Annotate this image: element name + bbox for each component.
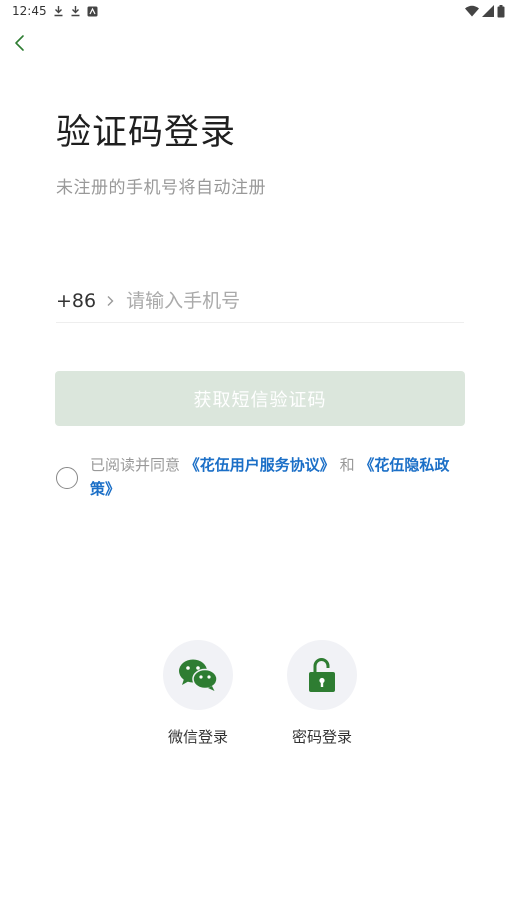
wechat-login-circle[interactable] xyxy=(163,640,233,710)
page-subtitle: 未注册的手机号将自动注册 xyxy=(56,178,266,198)
chevron-left-icon xyxy=(15,35,24,51)
back-button[interactable] xyxy=(8,31,32,55)
status-bar: 12:45 xyxy=(0,0,519,22)
agreement-prefix: 已阅读并同意 xyxy=(90,456,185,474)
page-title: 验证码登录 xyxy=(56,113,237,153)
wechat-login-button[interactable]: 微信登录 xyxy=(148,640,248,747)
chevron-right-icon[interactable] xyxy=(106,295,114,307)
agreement-checkbox[interactable] xyxy=(56,467,78,489)
country-code-selector[interactable]: +86 xyxy=(56,290,96,312)
signal-icon xyxy=(482,5,494,17)
battery-icon xyxy=(497,4,505,18)
password-login-button[interactable]: 密码登录 xyxy=(272,640,372,747)
status-right xyxy=(465,4,505,18)
wechat-icon xyxy=(179,659,218,691)
password-login-label: 密码登录 xyxy=(291,728,352,746)
service-agreement-link[interactable]: 《花伍用户服务协议》 xyxy=(185,456,335,474)
download-icon xyxy=(70,5,81,17)
wechat-login-label: 微信登录 xyxy=(167,728,228,746)
unlock-icon xyxy=(309,658,335,692)
agreement-text: 已阅读并同意 《花伍用户服务协议》 和 《花伍隐私政策》 xyxy=(90,453,470,501)
status-left: 12:45 xyxy=(12,4,98,18)
get-sms-code-button[interactable]: 获取短信验证码 xyxy=(55,371,465,426)
agreement-and: 和 xyxy=(334,456,360,474)
phone-number-input[interactable] xyxy=(124,289,464,313)
download-icon xyxy=(53,5,64,17)
agreement-row: 已阅读并同意 《花伍用户服务协议》 和 《花伍隐私政策》 xyxy=(56,453,476,501)
wifi-icon xyxy=(465,5,479,17)
app-notification-icon xyxy=(87,6,98,17)
password-login-circle[interactable] xyxy=(287,640,357,710)
phone-input-row: +86 xyxy=(56,280,464,323)
status-time: 12:45 xyxy=(12,4,47,18)
